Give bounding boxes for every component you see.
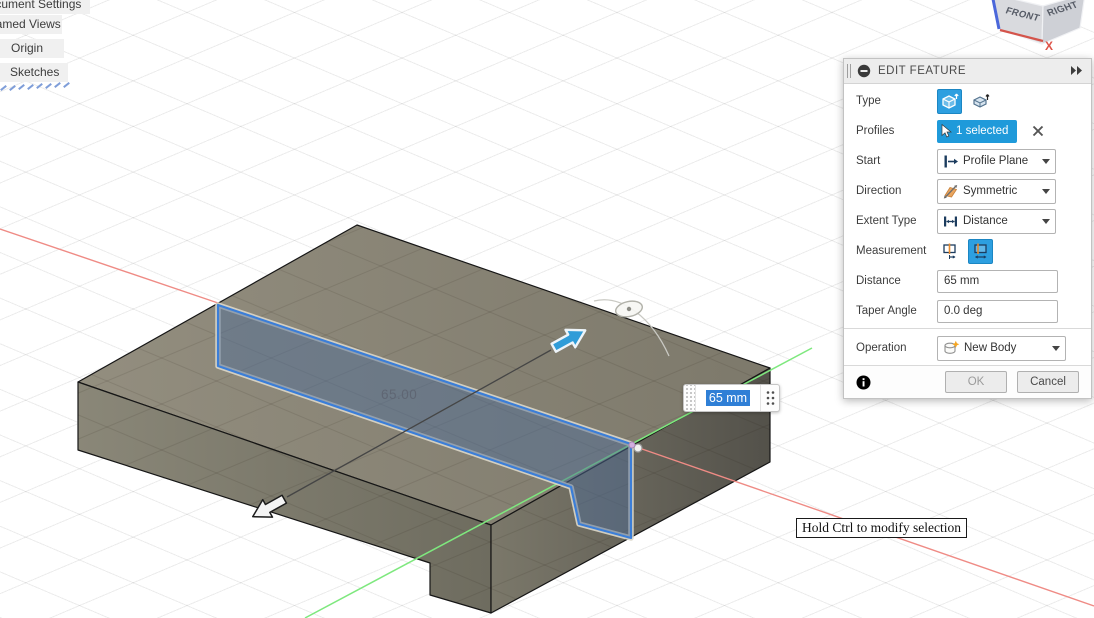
measurement-half-button[interactable] — [937, 239, 962, 264]
tree-item-document-settings[interactable]: Document Settings — [0, 0, 90, 14]
clear-selection-icon[interactable] — [1032, 125, 1044, 137]
new-body-icon — [942, 340, 960, 357]
profile-plane-icon — [942, 153, 959, 170]
chevron-down-icon — [1042, 219, 1050, 224]
dialog-title-bar[interactable]: EDIT FEATURE — [844, 59, 1091, 84]
collapse-circle-icon[interactable] — [857, 64, 871, 78]
ok-button[interactable]: OK — [945, 371, 1007, 393]
tree-item-label: Sketches — [0, 65, 59, 79]
editor-kebab-menu[interactable] — [760, 385, 779, 411]
selection-hint-tooltip: Hold Ctrl to modify selection — [796, 518, 967, 538]
tree-item-label: Named Views — [0, 17, 61, 31]
extent-type-value: Distance — [959, 215, 1038, 227]
chevron-down-icon — [1042, 189, 1050, 194]
extrude-thin-icon — [971, 92, 990, 111]
taper-angle-input[interactable] — [937, 300, 1058, 323]
measurement-whole-button[interactable] — [968, 239, 993, 264]
x-axis-line-back — [0, 229, 218, 303]
cursor-icon — [941, 124, 952, 138]
tree-item-label: Origin — [0, 41, 43, 55]
tree-item-origin[interactable]: Origin — [0, 39, 64, 58]
profiles-selection-button[interactable]: 1 selected — [937, 120, 1017, 143]
kebab-dots-icon — [765, 390, 775, 406]
taper-row-label: Taper Angle — [856, 305, 937, 317]
fusion-canvas: Document Settings Named Views Origin Ske… — [0, 0, 1094, 618]
chevron-down-icon — [1042, 159, 1050, 164]
type-extrude-solid-button[interactable] — [937, 89, 962, 114]
dialog-title: EDIT FEATURE — [878, 65, 966, 77]
operation-row-label: Operation — [856, 342, 937, 354]
sketch-point — [629, 442, 635, 448]
direction-row-label: Direction — [856, 185, 937, 197]
measure-whole-icon — [972, 242, 990, 260]
selected-value-text[interactable]: 65 mm — [706, 390, 750, 406]
direction-dropdown[interactable]: Symmetric — [937, 179, 1056, 204]
tree-item-sketches[interactable]: Sketches — [0, 63, 68, 82]
tree-item-named-views[interactable]: Named Views — [0, 15, 62, 34]
start-dropdown[interactable]: Profile Plane — [937, 149, 1056, 174]
edit-feature-dialog: EDIT FEATURE Type — [843, 58, 1092, 399]
operation-value: New Body — [960, 342, 1048, 354]
distance-input[interactable] — [937, 270, 1058, 293]
extent-row-label: Extent Type — [856, 215, 937, 227]
start-row-label: Start — [856, 155, 937, 167]
operation-dropdown[interactable]: New Body — [937, 336, 1066, 361]
symmetric-icon — [942, 183, 959, 200]
start-value: Profile Plane — [959, 155, 1038, 167]
distance-inline-editor[interactable]: 65 mm — [683, 384, 780, 412]
viewcube-x-label: X — [1045, 39, 1053, 53]
tree-item-label: Document Settings — [0, 0, 81, 11]
distance-inline-field[interactable]: 65 mm — [696, 385, 760, 411]
type-extrude-thin-button[interactable] — [968, 89, 993, 114]
extrude-solid-icon — [940, 92, 959, 111]
distance-row-label: Distance — [856, 275, 937, 287]
dialog-footer: OK Cancel — [844, 365, 1091, 398]
dialog-drag-handle-icon[interactable] — [847, 64, 851, 78]
cancel-button[interactable]: Cancel — [1017, 371, 1079, 393]
dimension-value-label: 65.00 — [381, 387, 417, 402]
distance-icon — [942, 213, 959, 230]
editor-drag-grip[interactable] — [684, 385, 696, 411]
profiles-row-label: Profiles — [856, 125, 937, 137]
expand-chevrons-icon[interactable] — [1070, 66, 1084, 76]
dialog-divider — [844, 328, 1091, 329]
extent-type-dropdown[interactable]: Distance — [937, 209, 1056, 234]
info-icon[interactable] — [856, 375, 871, 390]
measure-half-icon — [941, 242, 959, 260]
view-cube[interactable]: FRONT RIGHT X — [970, 0, 1094, 62]
profiles-count-text: 1 selected — [956, 125, 1008, 137]
chevron-down-icon — [1052, 346, 1060, 351]
measurement-row-label: Measurement — [856, 245, 937, 257]
sketch-highlight-dashes — [0, 84, 74, 92]
type-row-label: Type — [856, 95, 937, 107]
direction-value: Symmetric — [959, 185, 1038, 197]
